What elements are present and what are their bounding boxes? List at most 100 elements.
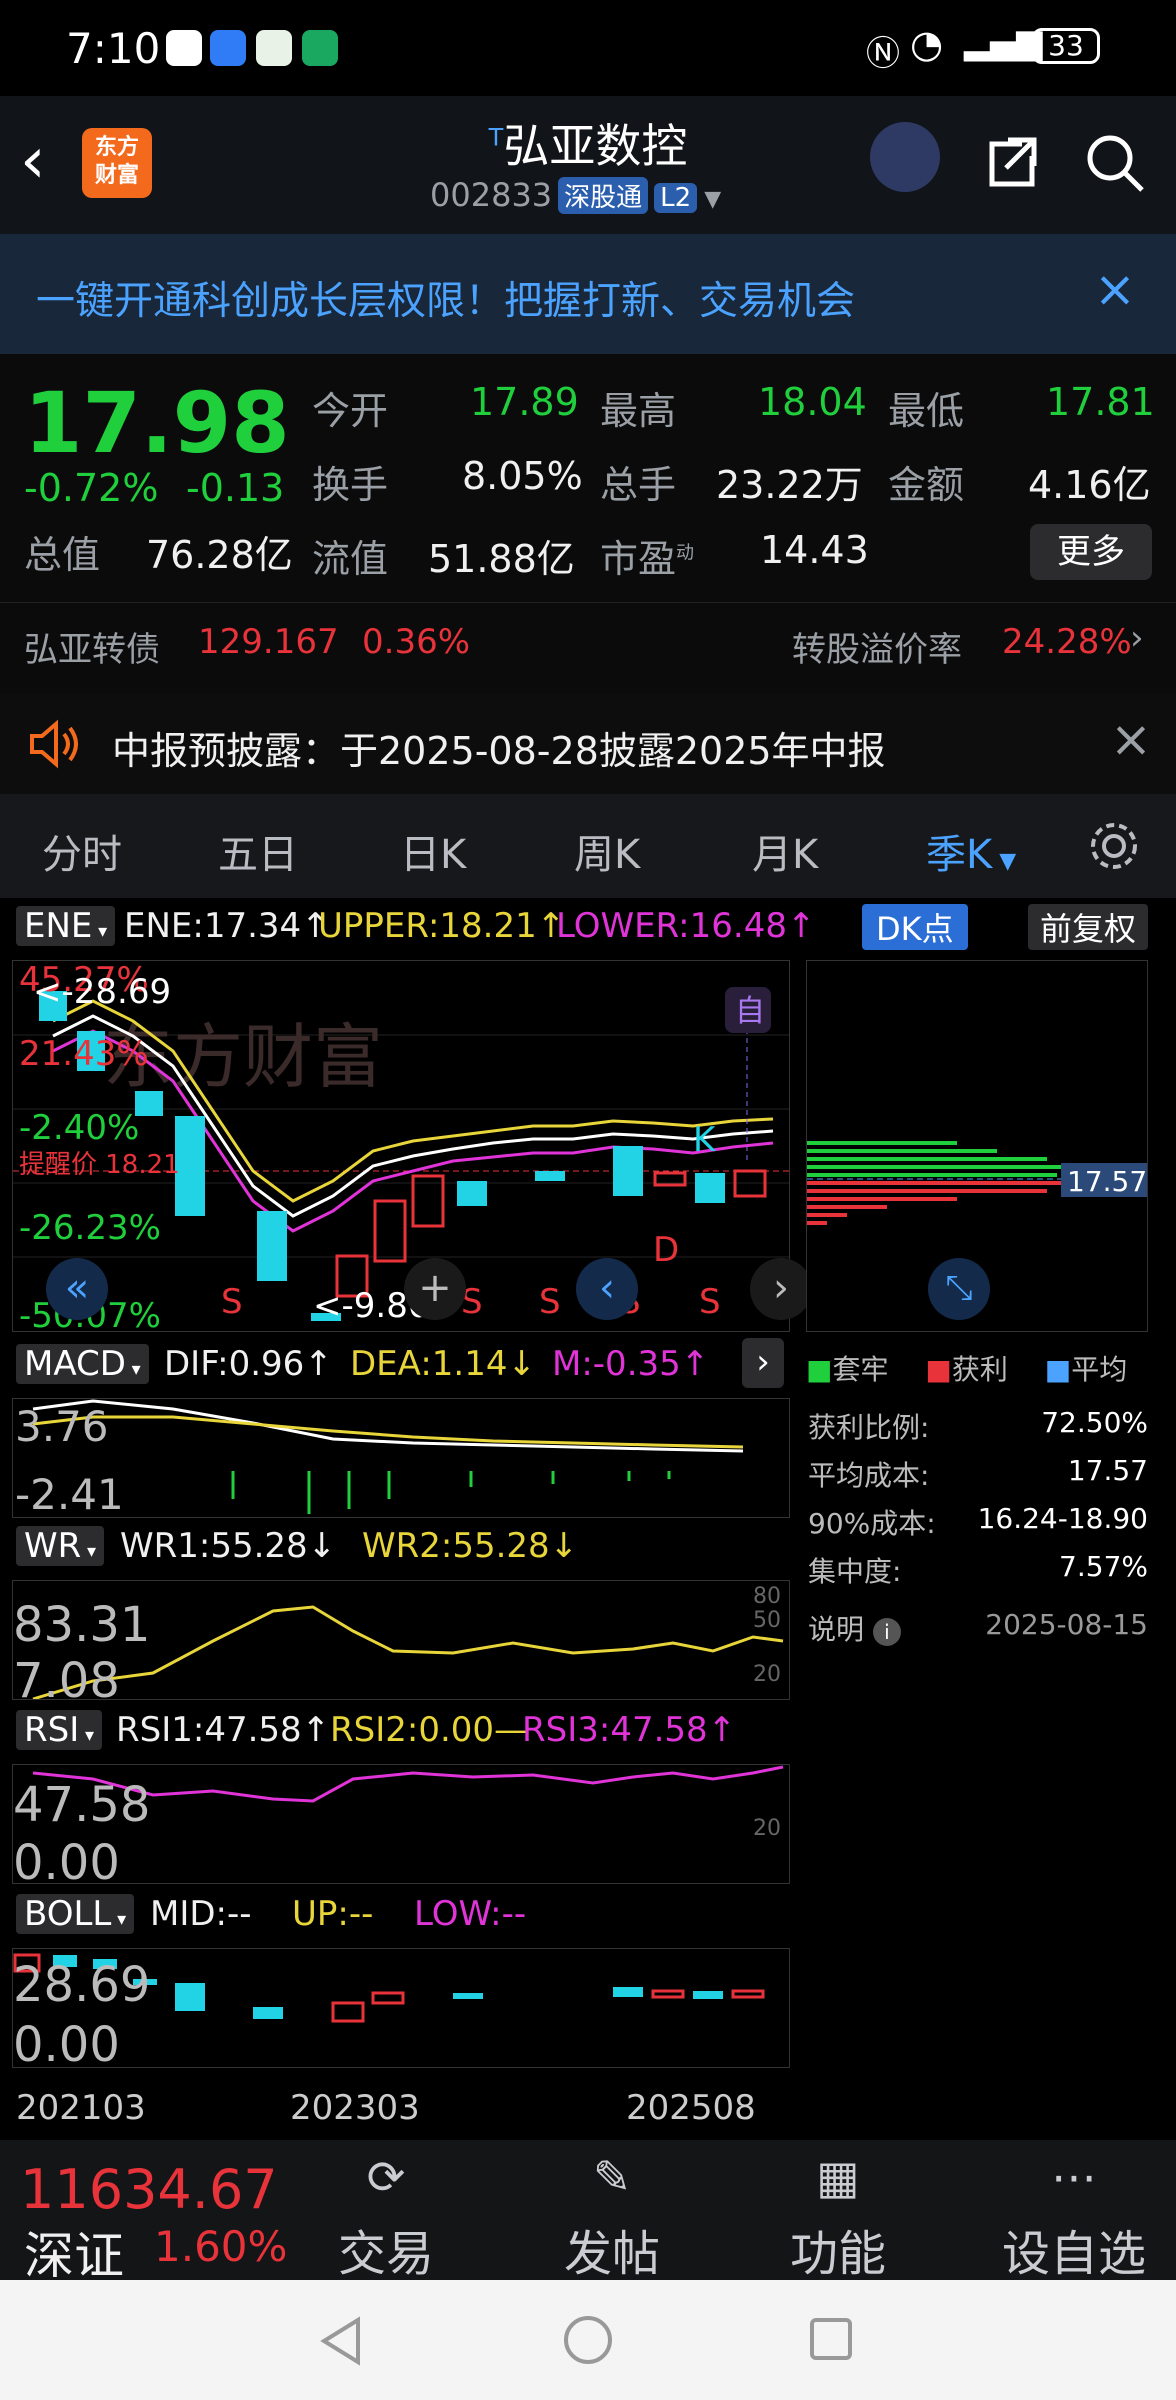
- s-mark: S: [539, 1282, 561, 1322]
- boll-up: UP:--: [292, 1894, 374, 1934]
- chevron-right-icon[interactable]: ›: [1130, 618, 1144, 658]
- tab-daily[interactable]: 日K: [400, 822, 466, 880]
- nav-back-icon[interactable]: [318, 2316, 364, 2366]
- promo-text: 一键开通科创成长层权限！把握打新、交易机会: [36, 279, 856, 324]
- boll-mid: MID:--: [150, 1894, 252, 1934]
- wr-ref-label: 80: [753, 1584, 781, 1609]
- total-value: 76.28亿: [146, 533, 293, 577]
- ene-lower: LOWER:16.48↑: [556, 906, 816, 946]
- premium-value: 24.28%: [1002, 622, 1132, 662]
- change-pct: -0.72%: [24, 466, 159, 510]
- candle: [695, 1173, 725, 1203]
- turnover-value: 8.05%: [462, 454, 583, 498]
- macd-panel[interactable]: 3.76 -2.41: [12, 1398, 790, 1518]
- close-notice-icon[interactable]: ×: [1110, 710, 1152, 768]
- k-mark: K: [693, 1120, 717, 1160]
- volume-label: 总手: [600, 463, 677, 507]
- rsi-panel[interactable]: 47.58 0.00 20: [12, 1764, 790, 1884]
- indicator-expand-icon[interactable]: ›: [742, 1338, 784, 1388]
- chip-stat-row: 获利比例: 72.50%: [808, 1406, 1148, 1444]
- system-nav-bar: [0, 2280, 1176, 2400]
- bottom-toolbar: 11634.67 深证 1.60% ⟳ 交易 ✎ 发帖 ▦ 功能 ⋯ 设自选: [0, 2140, 1176, 2285]
- wr-selector[interactable]: WR ▾: [16, 1526, 105, 1566]
- macd-selector[interactable]: MACD ▾: [16, 1344, 149, 1384]
- chip-price: 17.57: [1067, 1165, 1147, 1198]
- next-icon[interactable]: ›: [750, 1258, 812, 1320]
- wr-ref-label: 20: [753, 1662, 781, 1687]
- rsi-y-label: 0.00: [13, 1835, 120, 1884]
- rsi-selector[interactable]: RSI ▾: [16, 1710, 102, 1750]
- edit-icon: ✎: [592, 2150, 632, 2204]
- rsi-y-label: 47.58: [13, 1777, 150, 1833]
- tab-monthly[interactable]: 月K: [752, 822, 818, 880]
- bank-notification-icon: [256, 30, 292, 66]
- stock-name: 弘亚数控: [503, 119, 688, 173]
- promo-banner[interactable]: 一键开通科创成长层权限！把握打新、交易机会 ×: [0, 234, 1176, 354]
- status-time: 7:10: [66, 24, 161, 73]
- wifi-icon: ◔: [910, 22, 944, 66]
- kline-main-panel[interactable]: 东方财富 45.27% 21.43% -2.40% -26.23% -50.07…: [12, 960, 790, 1332]
- connect-tag: 深股通: [558, 177, 649, 214]
- bond-label[interactable]: 弘亚转债: [24, 622, 160, 671]
- float-label: 流值: [312, 537, 389, 581]
- ene-selector[interactable]: ENE ▾: [16, 906, 116, 946]
- tab-five-day[interactable]: 五日: [218, 822, 298, 880]
- prev-icon[interactable]: ‹: [576, 1258, 638, 1320]
- boll-panel[interactable]: 28.69 0.00: [12, 1948, 790, 2068]
- adjust-button[interactable]: 前复权: [1028, 904, 1149, 950]
- dk-point-button[interactable]: DK点: [862, 904, 968, 950]
- index-value[interactable]: 11634.67: [20, 2158, 278, 2221]
- nfc-icon: Ⓝ: [866, 34, 900, 74]
- scroll-start-icon[interactable]: «: [46, 1258, 108, 1320]
- close-icon[interactable]: ×: [1094, 260, 1136, 318]
- ene-upper: UPPER:18.21↑: [318, 906, 566, 946]
- wr-panel[interactable]: 83.31 7.08 80 50 20: [12, 1580, 790, 1700]
- title-prefix: T: [488, 123, 504, 152]
- info-icon: i: [872, 1618, 901, 1646]
- nav-recents-icon[interactable]: [808, 2316, 854, 2362]
- boll-selector[interactable]: BOLL ▾: [16, 1894, 135, 1934]
- candle: [613, 1146, 643, 1196]
- battery-icon: 33: [1032, 28, 1100, 64]
- index-name[interactable]: 深证: [24, 2216, 124, 2288]
- audio-notification-icon: [210, 30, 246, 66]
- chip-note-row[interactable]: 说明 i 2025-08-15: [808, 1608, 1148, 1656]
- more-dots-icon: ⋯: [1051, 2150, 1097, 2204]
- macd-y-label: 3.76: [15, 1402, 109, 1451]
- post-button[interactable]: ✎ 发帖: [532, 2150, 692, 2284]
- date-label: 202303: [290, 2088, 420, 2128]
- add-watchlist-button[interactable]: ⋯ 设自选: [984, 2150, 1164, 2284]
- expand-icon[interactable]: ⤡: [928, 1258, 990, 1320]
- s-mark: S: [699, 1282, 721, 1322]
- stock-header: ‹ 东方 财富 T弘亚数控 002833 深股通 L2 ▼: [0, 96, 1176, 234]
- low-value: 17.81: [1046, 380, 1155, 424]
- report-notice[interactable]: 中报预披露：于2025-08-28披露2025年中报 ×: [0, 694, 1176, 794]
- date-label: 202103: [16, 2088, 146, 2128]
- macd-m: M:-0.35↑: [552, 1344, 710, 1384]
- tab-quarterly[interactable]: 季K ▼: [926, 822, 1016, 880]
- settings-gear-icon[interactable]: [1086, 818, 1142, 874]
- zoom-in-icon[interactable]: +: [404, 1258, 466, 1320]
- level-tag: L2: [654, 183, 698, 213]
- tab-weekly[interactable]: 周K: [574, 822, 640, 880]
- search-icon[interactable]: [1084, 132, 1146, 194]
- turnover-label: 换手: [312, 463, 389, 507]
- stock-code-row[interactable]: 002833 深股通 L2 ▼: [430, 176, 721, 214]
- ene-value: ENE:17.34↑: [124, 906, 330, 946]
- total-value-label: 总值: [24, 533, 101, 577]
- d-mark: D: [653, 1230, 679, 1270]
- tab-intraday[interactable]: 分时: [42, 822, 122, 880]
- robot-avatar-icon[interactable]: [870, 122, 940, 192]
- wr2-value: WR2:55.28↓: [362, 1526, 579, 1566]
- pe-label: 市盈动: [600, 537, 695, 581]
- stock-code: 002833: [430, 176, 553, 214]
- more-button[interactable]: 更多: [1030, 524, 1152, 580]
- nav-home-icon[interactable]: [562, 2314, 614, 2366]
- function-button[interactable]: ▦ 功能: [758, 2150, 918, 2284]
- share-icon[interactable]: [982, 132, 1042, 192]
- signal-icon: ▂▄▆: [964, 22, 1043, 62]
- trade-button[interactable]: ⟳ 交易: [306, 2150, 466, 2284]
- chip-bars: [807, 1141, 1087, 1225]
- wr-ref-label: 50: [753, 1608, 781, 1633]
- candle: [535, 1171, 565, 1181]
